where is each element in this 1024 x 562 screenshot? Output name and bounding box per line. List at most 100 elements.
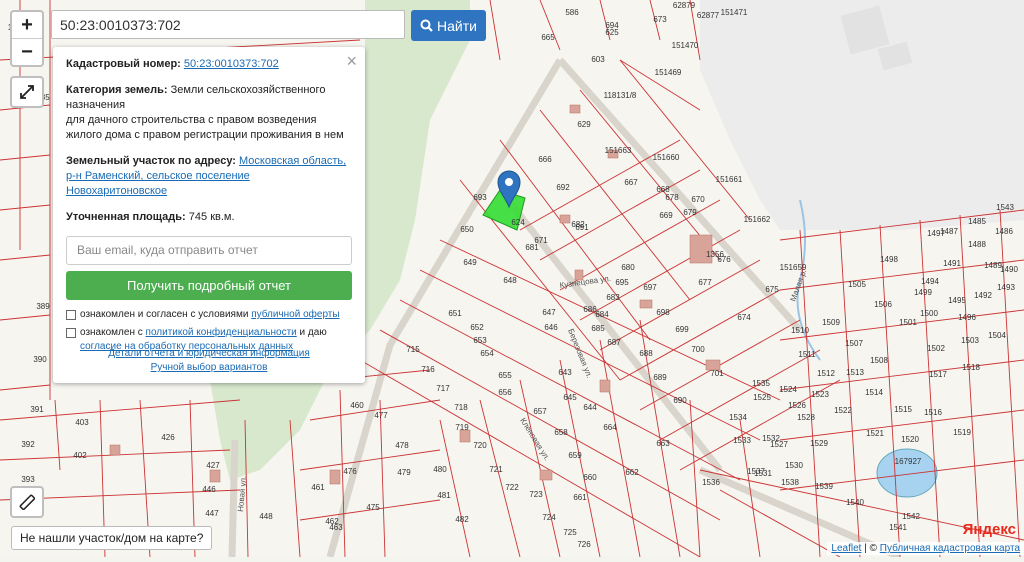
area-row: Уточненная площадь: 745 кв.м. xyxy=(66,210,352,225)
parcel-number-label: 427 xyxy=(206,461,220,470)
building xyxy=(639,299,653,309)
building xyxy=(329,469,341,485)
parcel-number-label: 402 xyxy=(73,451,87,460)
parcel-number-label: 661 xyxy=(573,493,587,502)
cadastral-number-row: Кадастровый номер: 50:23:0010373:702 xyxy=(66,57,352,72)
parcel-number-label: 1517 xyxy=(929,370,947,379)
leaflet-link[interactable]: Leaflet xyxy=(831,543,861,554)
close-icon[interactable]: × xyxy=(346,51,357,72)
parcel-number-label: 1536 xyxy=(702,478,720,487)
parcel-number-label: 678 xyxy=(665,193,679,202)
parcel-number-label: 1512 xyxy=(817,369,835,378)
building xyxy=(559,214,571,224)
parcel-number-label: 1528 xyxy=(797,413,815,422)
privacy-consent-checkbox[interactable] xyxy=(66,328,76,338)
parcel-number-label: 392 xyxy=(21,440,35,449)
parcel-number-label: 643 xyxy=(558,368,572,377)
parcel-number-label: 624 xyxy=(511,218,525,227)
parcel-number-label: 680 xyxy=(621,263,635,272)
parcel-number-label: 674 xyxy=(737,313,751,322)
parcel-number-label: 675 xyxy=(765,285,779,294)
parcel-number-label: 151662 xyxy=(744,215,771,224)
parcel-number-label: 1498 xyxy=(880,255,898,264)
measure-button[interactable] xyxy=(10,486,44,518)
parcel-number-label: 1543 xyxy=(996,203,1014,212)
parcel-number-label: 721 xyxy=(489,465,503,474)
parcel-number-label: 151660 xyxy=(653,153,680,162)
parcel-number-label: 685 xyxy=(591,324,605,333)
parcel-number-label: 460 xyxy=(350,401,364,410)
parcel-number-label: 448 xyxy=(259,512,273,521)
address-row: Земельный участок по адресу: Московская … xyxy=(66,154,352,199)
parcel-number-label: 1525 xyxy=(753,393,771,402)
zoom-out-button[interactable]: − xyxy=(12,38,42,65)
parcel-number-label: 586 xyxy=(565,8,579,17)
parcel-number-label: 1510 xyxy=(791,326,809,335)
parcel-number-label: 1539 xyxy=(815,482,833,491)
zoom-in-button[interactable]: + xyxy=(12,12,42,38)
parcel-number-label: 1530 xyxy=(785,461,803,470)
parcel-number-label: 447 xyxy=(205,509,219,518)
parcel-number-label: 689 xyxy=(653,373,667,382)
parcel-number-label: 700 xyxy=(691,345,705,354)
parcel-number-label: 697 xyxy=(643,283,657,292)
parcel-number-label: 151470 xyxy=(672,41,699,50)
cadastral-number-link[interactable]: 50:23:0010373:702 xyxy=(184,58,279,70)
public-offer-link[interactable]: публичной оферты xyxy=(251,309,339,320)
parcel-number-label: 724 xyxy=(542,513,556,522)
building xyxy=(109,444,121,456)
parcel-number-label: 62877 xyxy=(697,11,720,20)
parcel-number-label: 687 xyxy=(607,338,621,347)
parcel-number-label: 717 xyxy=(436,384,450,393)
parcel-number-label: 1488 xyxy=(968,240,986,249)
parcel-number-label: 151661 xyxy=(716,175,743,184)
address-label: Земельный участок по адресу: xyxy=(66,155,236,167)
get-report-button[interactable]: Получить подробный отчет xyxy=(66,271,352,300)
parcel-number-label: 1502 xyxy=(927,344,945,353)
parcel-number-label: 1523 xyxy=(811,390,829,399)
parcel-number-label: 658 xyxy=(554,428,568,437)
parcel-number-label: 699 xyxy=(675,325,689,334)
parcel-number-label: 1496 xyxy=(958,313,976,322)
manual-selection-link[interactable]: Ручной выбор вариантов xyxy=(53,361,365,375)
parcel-number-label: 1520 xyxy=(901,435,919,444)
parcel-number-label: 649 xyxy=(463,258,477,267)
ruler-icon xyxy=(19,494,35,510)
parcel-number-label: 475 xyxy=(366,503,380,512)
parcel-number-label: 1532 xyxy=(762,434,780,443)
parcel-number-label: 669 xyxy=(659,211,673,220)
land-usage-value: для дачного строительства с правом возве… xyxy=(66,114,344,141)
email-field[interactable]: Ваш email, куда отправить отчет xyxy=(66,236,352,265)
parcel-number-label: 1521 xyxy=(866,429,884,438)
offer-consent-checkbox[interactable] xyxy=(66,310,76,320)
parcel-number-label: 666 xyxy=(538,155,552,164)
parcel-number-label: 690 xyxy=(673,396,687,405)
search-button[interactable]: Найти xyxy=(411,10,486,41)
parcel-number-label: 478 xyxy=(395,441,409,450)
parcel-number-label: 1540 xyxy=(846,498,864,507)
parcel-number-label: 1497 xyxy=(927,229,945,238)
parcel-number-label: 691 xyxy=(575,223,589,232)
fullscreen-button[interactable] xyxy=(10,76,44,108)
not-found-button[interactable]: Не нашли участок/дом на карте? xyxy=(11,526,213,550)
parcel-number-label: 701 xyxy=(710,369,724,378)
parcel-number-label: 1541 xyxy=(889,523,907,532)
parcel-number-label: 1504 xyxy=(988,331,1006,340)
parcel-number-label: 719 xyxy=(455,423,469,432)
parcel-number-label: 659 xyxy=(568,451,582,460)
parcel-number-label: 446 xyxy=(202,485,216,494)
cadastral-search-input[interactable] xyxy=(51,10,405,39)
parcel-number-label: 1490 xyxy=(1000,265,1018,274)
parcel-number-label: 1505 xyxy=(848,280,866,289)
map-attribution: Leaflet | © Публичная кадастровая карта xyxy=(827,542,1024,555)
report-details-link[interactable]: Детали отчета и юридическая информация xyxy=(53,347,365,361)
parcel-number-label: 476 xyxy=(343,467,357,476)
area-value: 745 кв.м. xyxy=(188,211,235,223)
search-icon xyxy=(420,19,433,32)
parcel-number-label: 1516 xyxy=(924,408,942,417)
parcel-number-label: 723 xyxy=(529,490,543,499)
parcel-number-label: 657 xyxy=(533,407,547,416)
pkk-link[interactable]: Публичная кадастровая карта xyxy=(880,543,1020,554)
parcel-number-label: 603 xyxy=(591,55,605,64)
privacy-policy-link[interactable]: политикой конфиденциальности xyxy=(146,327,297,338)
